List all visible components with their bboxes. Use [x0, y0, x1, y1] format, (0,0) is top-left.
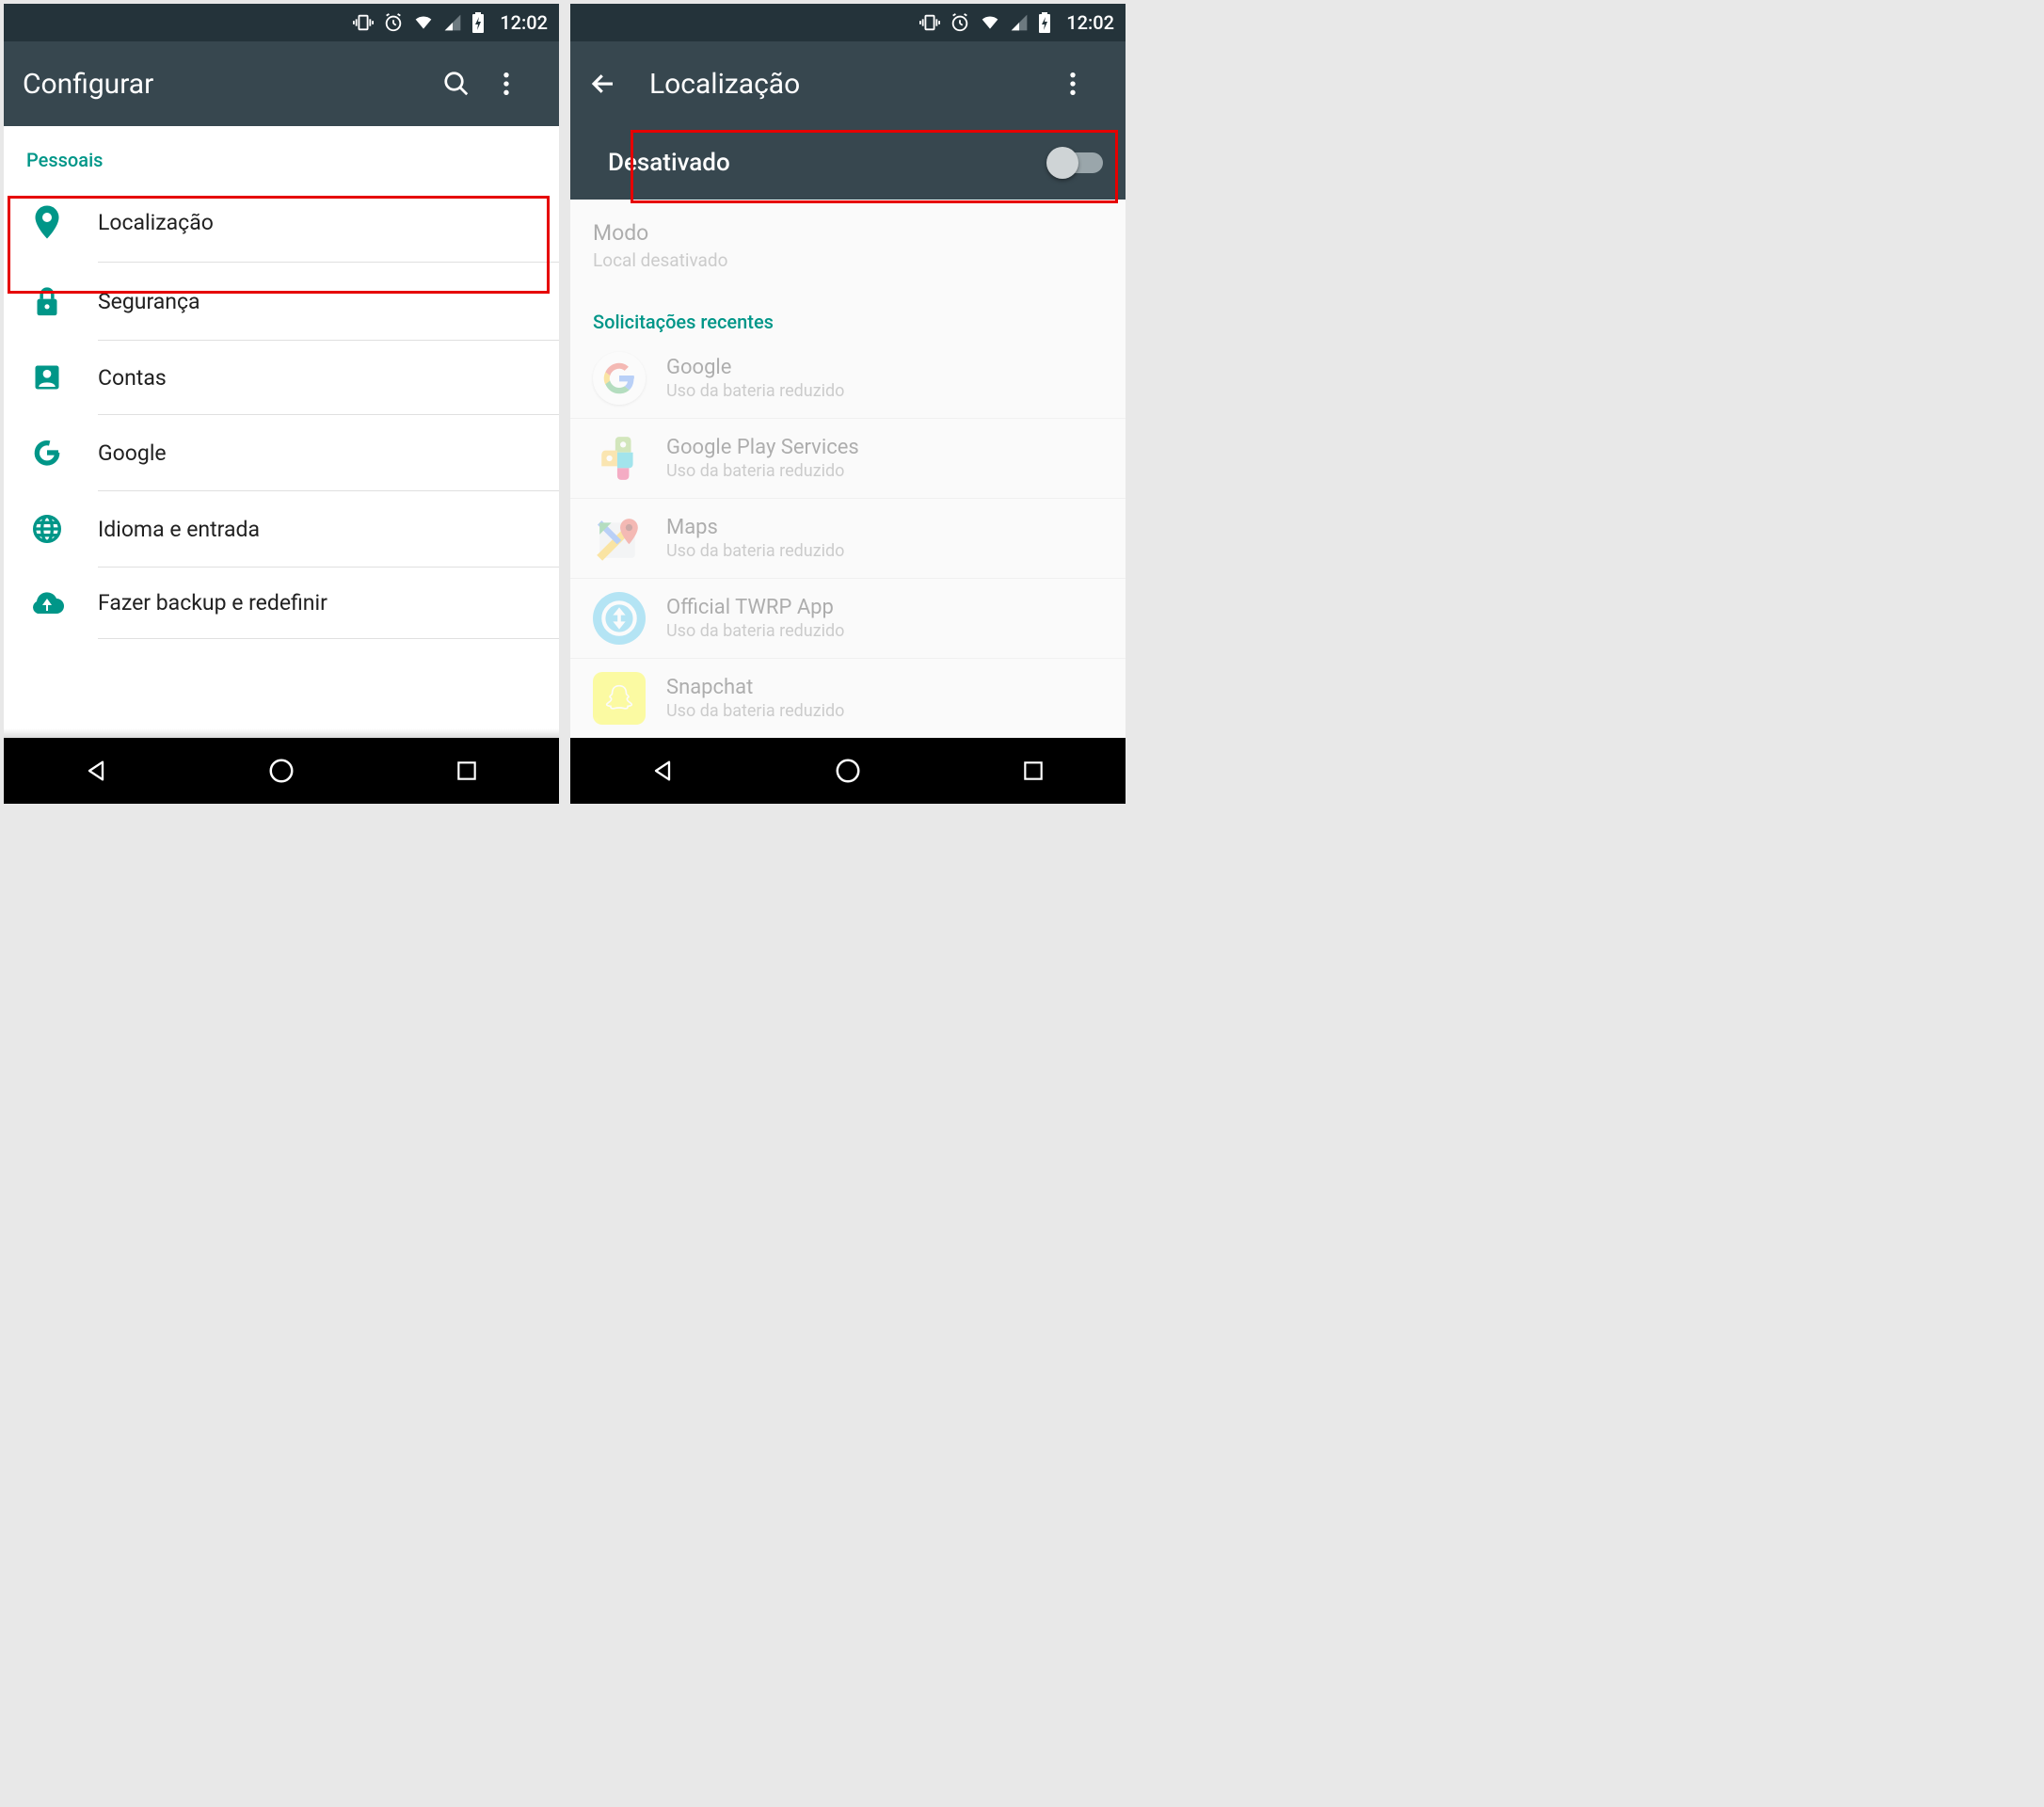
twrp-icon	[593, 592, 646, 645]
app-name: Official TWRP App	[666, 596, 844, 619]
location-toggle-switch[interactable]	[1050, 152, 1103, 173]
app-bar: Localização	[570, 41, 1126, 126]
settings-item-language[interactable]: Idioma e entrada	[4, 491, 559, 567]
app-name: Maps	[666, 516, 844, 539]
signal-icon	[1010, 13, 1029, 32]
settings-item-location[interactable]: Localização	[4, 183, 559, 262]
settings-item-label: Google	[98, 440, 167, 466]
google-g-icon	[26, 438, 68, 468]
app-name: Snapchat	[666, 676, 844, 699]
play-services-icon	[593, 432, 646, 485]
settings-item-backup[interactable]: Fazer backup e redefinir	[4, 568, 559, 638]
wifi-icon	[413, 13, 434, 32]
recent-app-twrp[interactable]: Official TWRP App Uso da bateria reduzid…	[570, 579, 1126, 659]
vibrate-icon	[919, 12, 940, 33]
page-title: Configurar	[23, 68, 420, 101]
settings-item-label: Idioma e entrada	[98, 517, 260, 542]
cloud-upload-icon	[26, 591, 68, 616]
mode-row[interactable]: Modo Local desativado	[570, 200, 1126, 292]
maps-icon	[593, 512, 646, 565]
overflow-menu-button[interactable]	[503, 71, 540, 97]
status-bar: 12:02	[570, 4, 1126, 41]
section-header-pessoais: Pessoais	[4, 126, 559, 183]
back-button[interactable]	[589, 70, 627, 98]
globe-icon	[26, 514, 68, 544]
mode-subtitle: Local desativado	[593, 249, 1103, 271]
page-title: Localização	[649, 68, 1046, 101]
settings-item-label: Segurança	[98, 289, 200, 314]
google-app-icon	[593, 352, 646, 405]
battery-charging-icon	[471, 12, 485, 33]
alarm-icon	[383, 12, 404, 33]
settings-item-accounts[interactable]: Contas	[4, 341, 559, 414]
app-bar: Configurar	[4, 41, 559, 126]
status-time: 12:02	[1066, 11, 1114, 34]
nav-back-button[interactable]	[647, 755, 679, 787]
recent-requests-header: Solicitações recentes	[570, 292, 1126, 339]
recent-app-google[interactable]: Google Uso da bateria reduzido	[570, 339, 1126, 419]
settings-item-label: Contas	[98, 365, 167, 391]
nav-bar	[4, 738, 559, 804]
wifi-icon	[980, 13, 1000, 32]
app-sub: Uso da bateria reduzido	[666, 621, 844, 641]
phone-right: 12:02 Localização Desativado Modo Local …	[570, 4, 1126, 804]
search-button[interactable]	[442, 70, 480, 98]
overflow-menu-button[interactable]	[1069, 71, 1107, 97]
nav-home-button[interactable]	[832, 755, 864, 787]
app-sub: Uso da bateria reduzido	[666, 461, 859, 481]
location-pin-icon	[26, 205, 68, 239]
vibrate-icon	[353, 12, 374, 33]
settings-item-google[interactable]: Google	[4, 415, 559, 490]
settings-list: Pessoais Localização Segurança Contas	[4, 126, 559, 728]
nav-home-button[interactable]	[265, 755, 297, 787]
recent-app-play-services[interactable]: Google Play Services Uso da bateria redu…	[570, 419, 1126, 499]
battery-charging-icon	[1038, 12, 1051, 33]
account-icon	[26, 363, 68, 392]
alarm-icon	[950, 12, 970, 33]
phone-left: 12:02 Configurar Pessoais Localização Se…	[4, 4, 559, 804]
app-sub: Uso da bateria reduzido	[666, 541, 844, 561]
nav-recents-button[interactable]	[451, 755, 483, 787]
settings-item-label: Fazer backup e redefinir	[98, 590, 327, 616]
app-name: Google Play Services	[666, 436, 859, 459]
nav-recents-button[interactable]	[1017, 755, 1049, 787]
nav-bar	[570, 738, 1126, 804]
snapchat-icon	[593, 672, 646, 725]
recent-app-maps[interactable]: Maps Uso da bateria reduzido	[570, 499, 1126, 579]
location-toggle-label: Desativado	[608, 149, 1050, 177]
signal-icon	[443, 13, 462, 32]
settings-item-label: Localização	[98, 210, 214, 235]
lock-icon	[26, 285, 68, 317]
status-bar: 12:02	[4, 4, 559, 41]
app-name: Google	[666, 356, 844, 379]
settings-item-security[interactable]: Segurança	[4, 263, 559, 340]
status-time: 12:02	[500, 11, 548, 34]
app-sub: Uso da bateria reduzido	[666, 381, 844, 401]
mode-title: Modo	[593, 220, 1103, 246]
location-content: Modo Local desativado Solicitações recen…	[570, 200, 1126, 738]
recent-app-snapchat[interactable]: Snapchat Uso da bateria reduzido	[570, 659, 1126, 738]
nav-back-button[interactable]	[80, 755, 112, 787]
app-sub: Uso da bateria reduzido	[666, 701, 844, 721]
location-toggle-panel: Desativado	[570, 126, 1126, 200]
